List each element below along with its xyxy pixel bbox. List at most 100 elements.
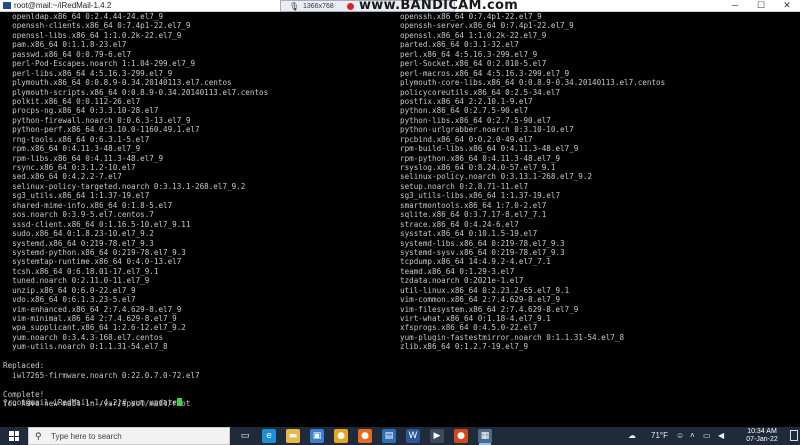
terminal-line: python-urlgrabber.noarch 0:3.10-10.el7 (400, 125, 574, 135)
terminal-line: rpm-build-libs.x86_64 0:4.11.3-48.el7_9 (400, 144, 579, 154)
putty-app-icon[interactable] (3, 2, 11, 9)
terminal-line: openssh-clients.x86_64 0:7.4p1-22.el7_9 (3, 21, 191, 31)
task-view-icon[interactable]: ▭ (238, 429, 252, 443)
terminal-line: vdo.x86_64 0:6.1.3.23-5.el7 (3, 295, 136, 305)
terminal-line: Replaced: (3, 361, 45, 371)
terminal-line: rpm-python.x86_64 0:4.11.3-48.el7_9 (400, 153, 561, 163)
volume-icon[interactable]: ◀ (718, 427, 724, 445)
terminal-line: perl-Socket.x86_64 0:2.010-5.el7 (400, 59, 547, 69)
terminal-line: tcpdump.x86_64 14:4.9.2-4.el7_7.1 (400, 257, 551, 267)
terminal-line: policycoreutils.x86_64 0:2.5-34.el7 (400, 87, 561, 97)
terminal-line: perl-libs.x86_64 4:5.16.3-299.el7_9 (3, 68, 173, 78)
minimize-button[interactable]: ─ (722, 0, 748, 11)
terminal-line: sudo.x86_64 0:1.8.23-10.el7_9.2 (3, 229, 154, 239)
taskbar-search-box[interactable]: ⚲ Type here to search (28, 427, 230, 445)
bandicam-recording-bar[interactable]: 🎙 1366x768 www.BANDICAM.com (280, 0, 518, 13)
terminal-left-column: openldap.x86_64 0:2.4.44-24.el7_9 openss… (3, 12, 268, 408)
window-title: root@mail:~/iRedMail-1.4.2 (14, 1, 112, 10)
word-icon[interactable]: W (406, 429, 420, 443)
text-cursor (176, 398, 182, 406)
network-icon[interactable]: ▭ (703, 427, 711, 445)
terminal-line: shared-mime-info.x86_64 0:1.8-5.el7 (3, 200, 173, 210)
terminal-line: virt-what.x86_64 0:1.18-4.el7_9.1 (400, 314, 551, 323)
terminal-line: plymouth-core-libs.x86_64 0:0.8.9-0.34.2… (400, 78, 666, 88)
terminal-line: perl-macros.x86_64 4:5.16.3-299.el7_9 (400, 68, 570, 78)
people-icon[interactable]: ☺ (676, 427, 684, 445)
terminal-line: rpm.x86_64 0:4.11.3-48.el7_9 (3, 144, 141, 154)
terminal-line: openssh-server.x86_64 0:7.4p1-22.el7_9 (400, 21, 574, 31)
prompt-line[interactable]: [root@mail iRedMail-1.4.2]# yum update (3, 398, 182, 407)
clock-date: 07-Jan-22 (746, 436, 778, 443)
terminal-line: strace.x86_64 0:4.24-6.el7 (400, 219, 519, 229)
maximize-button[interactable]: ☐ (748, 0, 774, 11)
terminal-line: parted.x86_64 0:3.1-32.el7 (400, 40, 519, 50)
terminal-line: rpm-libs.x86_64 0:4.11.3-48.el7_9 (3, 153, 164, 163)
recording-resolution: 1366x768 (303, 3, 334, 10)
shell-prompt: [root@mail iRedMail-1.4.2]# (3, 398, 132, 407)
terminal-line: iwl7265-firmware.noarch 0:22.0.7.0-72.el… (3, 370, 200, 380)
terminal-right-column: openssh.x86_64 0:7.4p1-22.el7_9 openssh-s… (400, 12, 665, 352)
search-placeholder: Type here to search (51, 432, 122, 441)
terminal-line: openssh.x86_64 0:7.4p1-22.el7_9 (400, 12, 542, 21)
taskbar-clock[interactable]: 10:34 AM 07-Jan-22 (737, 428, 787, 444)
terminal-line: xfsprogs.x86_64 0:4.5.0-22.el7 (400, 323, 538, 333)
terminal-line: tcsh.x86_64 0:6.18.01-17.el7_9.1 (3, 266, 159, 276)
windows-taskbar: ⚲ Type here to search ▭ e ▬ ▣ ● ● ▤ W ▶ ● ▦ ☁ 71°F… (0, 427, 800, 445)
terminal-line: selinux-policy.noarch 0:3.13.1-268.el7_9… (400, 172, 593, 182)
typed-command: yum update (131, 398, 177, 407)
terminal-line: setup.noarch 0:2.8.71-11.el7 (400, 181, 529, 191)
terminal-line: passwd.x86_64 0:0.79-6.el7 (3, 49, 132, 59)
terminal-line: wpa_supplicant.x86_64 1:2.6-12.el7_9.2 (3, 323, 186, 333)
file-explorer-icon[interactable]: ▬ (286, 429, 300, 443)
terminal-line: teamd.x86_64 0:1.29-3.el7 (400, 266, 515, 276)
terminal-line: systemtap-runtime.x86_64 0:4.0-13.el7 (3, 257, 182, 267)
terminal-line: python-perf.x86_64 0:3.10.0-1160.49.1.el… (3, 125, 200, 135)
start-button[interactable] (0, 427, 28, 445)
terminal-line: systemd-sysv.x86_64 0:219-78.el7_9.3 (400, 247, 565, 257)
terminal-line: plymouth-scripts.x86_64 0:0.8.9-0.34.201… (3, 87, 269, 97)
notifications-icon[interactable] (790, 430, 798, 441)
terminal-line: python-libs.x86_64 0:2.7.5-90.el7 (400, 115, 551, 125)
firefox-icon[interactable]: ● (358, 429, 372, 443)
store-icon[interactable]: ▣ (310, 429, 324, 443)
record-indicator-icon (347, 3, 354, 10)
terminal-output[interactable]: openldap.x86_64 0:2.4.44-24.el7_9 openss… (0, 12, 800, 427)
terminal-line: systemd.x86_64 0:219-78.el7_9.3 (3, 238, 154, 248)
terminal-line: polkit.x86_64 0:0.112-26.el7 (3, 96, 141, 106)
terminal-line: tzdata.noarch 0:2021e-1.el7 (400, 276, 524, 286)
edge-icon[interactable]: e (262, 429, 276, 443)
weather-temperature[interactable]: 71°F (651, 427, 668, 445)
terminal-line: procps-ng.x86_64 0:3.3.10-28.el7 (3, 106, 159, 116)
terminal-line: postfix.x86_64 2:2.10.1-9.el7 (400, 96, 533, 106)
terminal-line: yum-plugin-fastestmirror.noarch 0:1.1.31… (400, 332, 625, 342)
terminal-line: systemd-libs.x86_64 0:219-78.el7_9.3 (400, 238, 565, 248)
terminal-line: yum-utils.noarch 0:1.1.31-54.el7_8 (3, 342, 168, 352)
chrome-icon[interactable]: ● (334, 429, 348, 443)
terminal-line: zlib.x86_64 0:1.2.7-19.el7_9 (400, 342, 529, 352)
putty-icon[interactable]: ▦ (478, 429, 492, 445)
terminal-line: sed.x86_64 0:4.2.2-7.el7 (3, 172, 122, 182)
photos-icon[interactable]: ▤ (382, 429, 396, 443)
terminal-line: vim-minimal.x86_64 2:7.4.629-8.el7_9 (3, 314, 177, 323)
search-icon: ⚲ (35, 431, 42, 441)
terminal-line: systemd-python.x86_64 0:219-78.el7_9.3 (3, 247, 186, 257)
bandicam-icon[interactable]: ● (454, 429, 468, 443)
terminal-line: pam.x86_64 0:1.1.8-23.el7 (3, 40, 127, 50)
terminal-line: yum.noarch 0:3.4.3-168.el7.centos (3, 332, 164, 342)
terminal-line: openssl-libs.x86_64 1:1.0.2k-22.el7_9 (3, 30, 182, 40)
media-icon[interactable]: ▶ (430, 429, 444, 443)
terminal-line: sysstat.x86_64 0:10.1.5-19.el7 (400, 229, 538, 239)
weather-icon[interactable]: ☁ (628, 427, 636, 445)
terminal-line: sqlite.x86_64 0:3.7.17-8.el7_7.1 (400, 210, 547, 220)
terminal-line: sos.noarch 0:3.9-5.el7.centos.7 (3, 210, 154, 220)
microphone-icon[interactable]: 🎙 (289, 2, 299, 11)
terminal-line: python.x86_64 0:2.7.5-90.el7 (400, 106, 529, 116)
close-button[interactable]: ✕ (774, 0, 800, 11)
tray-chevron-up-icon[interactable]: ˄ (690, 427, 695, 445)
terminal-line: vim-filesystem.x86_64 2:7.4.629-8.el7_9 (400, 304, 579, 314)
terminal-line: perl.x86_64 4:5.16.3-299.el7_9 (400, 49, 538, 59)
terminal-line: tuned.noarch 0:2.11.0-11.el7_9 (3, 276, 150, 286)
terminal-line: sssd-client.x86_64 0:1.16.5-10.el7_9.11 (3, 219, 191, 229)
